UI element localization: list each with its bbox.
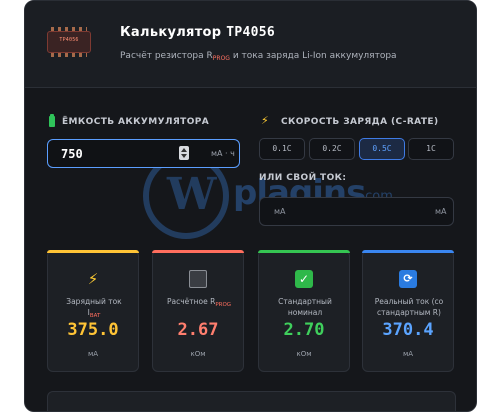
subtitle-sub: PROG <box>212 55 230 62</box>
result-topbar <box>47 250 139 253</box>
lightning-icon: ⚡ <box>87 270 99 288</box>
capacity-label: ЁМКОСТЬ АККУМУЛЯТОРА <box>62 117 210 127</box>
stepper-up-icon[interactable] <box>181 148 187 152</box>
custom-current-input[interactable]: мА мА <box>259 197 454 226</box>
checkmark-icon: ✓ <box>295 270 313 288</box>
watermark-w: W <box>167 169 217 220</box>
result-topbar <box>152 250 244 253</box>
result-label-sub: PROG <box>215 302 232 308</box>
calculator-card: TP4056 Калькулятор TP4056 Расчёт резисто… <box>24 0 477 412</box>
result-unit: кОм <box>190 350 206 358</box>
result-card-rprog: Расчётное RPROG 2.67 кОм <box>152 250 244 372</box>
title-prefix: Калькулятор <box>120 25 222 40</box>
capacity-unit: мА · ч <box>211 149 235 158</box>
custom-current-unit: мА <box>435 207 447 216</box>
rate-button-0-5c[interactable]: 0.5C <box>359 138 405 160</box>
result-card-standard-nominal: ✓ Стандартный номинал 2.70 кОм <box>258 250 350 372</box>
subtitle-pre: Расчёт резистора R <box>120 51 213 61</box>
subtitle-post: и тока заряда Li-Ion аккумулятора <box>229 51 397 61</box>
battery-icon <box>49 114 55 127</box>
result-unit: мА <box>402 350 414 358</box>
result-label: Зарядный ток IBAT <box>52 296 136 322</box>
result-unit: кОм <box>296 350 312 358</box>
result-value: 375.0 <box>67 320 119 340</box>
result-label: Расчётное RPROG <box>157 296 241 311</box>
page-title: Калькулятор TP4056 <box>120 25 275 40</box>
lightning-icon: ⚡ <box>261 114 269 127</box>
title-model: TP4056 <box>226 25 275 40</box>
chip-label: TP4056 <box>59 37 79 43</box>
result-topbar <box>362 250 454 253</box>
custom-current-placeholder[interactable]: мА <box>274 207 286 216</box>
custom-current-label: ИЛИ СВОЙ ТОК: <box>259 173 347 183</box>
result-label-sub: BAT <box>89 313 101 319</box>
result-unit: мА <box>87 350 99 358</box>
result-label: Реальный ток (со стандартным R) <box>374 297 444 317</box>
result-topbar <box>258 250 350 253</box>
result-label: Стандартный номинал <box>278 297 332 317</box>
stepper-down-icon[interactable] <box>181 154 187 158</box>
capacity-input[interactable]: 750 мА · ч <box>47 139 240 168</box>
result-value: 2.70 <box>283 320 325 340</box>
result-card-real-current: ⟳ Реальный ток (со стандартным R) 370.4 … <box>362 250 454 372</box>
capacity-value[interactable]: 750 <box>61 147 83 161</box>
rate-button-1c[interactable]: 1C <box>408 138 454 160</box>
result-label-text: Зарядный ток <box>66 297 122 306</box>
refresh-icon: ⟳ <box>399 270 417 288</box>
result-value: 2.67 <box>177 320 219 340</box>
rate-label: СКОРОСТЬ ЗАРЯДА (C-RATE) <box>281 117 439 127</box>
rate-button-0-1c[interactable]: 0.1C <box>259 138 305 160</box>
result-card-charge-current: ⚡ Зарядный ток IBAT 375.0 мА <box>47 250 139 372</box>
resistor-square-icon <box>189 270 207 288</box>
result-value: 370.4 <box>382 320 434 340</box>
capacity-stepper[interactable] <box>179 146 189 160</box>
rate-button-0-2c[interactable]: 0.2C <box>309 138 355 160</box>
header: TP4056 Калькулятор TP4056 Расчёт резисто… <box>25 1 476 88</box>
chip-icon: TP4056 <box>47 27 91 57</box>
result-label-text: Расчётное R <box>166 297 216 306</box>
page-subtitle: Расчёт резистора RPROG и тока заряда Li-… <box>120 51 397 62</box>
